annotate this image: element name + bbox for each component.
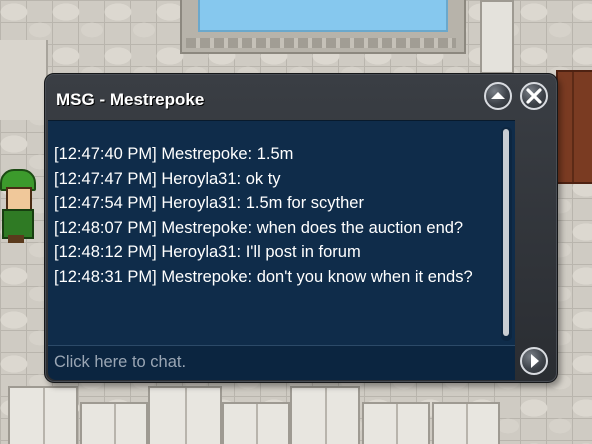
- message-scrollbar[interactable]: [501, 127, 512, 341]
- chat-message: [12:48:07 PM] Mestrepoke: when does the …: [54, 218, 464, 237]
- character-legs: [8, 235, 24, 243]
- stone-wall-block: [222, 402, 290, 444]
- send-button[interactable]: [520, 347, 548, 375]
- stone-wall-block: [432, 402, 500, 444]
- stone-pillar: [480, 0, 514, 74]
- stone-wall-block: [80, 402, 148, 444]
- chat-message: [12:48:12 PM] Heroyla31: I'll post in fo…: [54, 243, 361, 261]
- chat-message: [12:47:47 PM] Heroyla31: ok ty: [54, 169, 281, 188]
- chat-input[interactable]: Click here to chat.: [48, 345, 515, 380]
- message-log[interactable]: [12:47:40 PM] Mestrepoke: 1.5m [12:47:47…: [48, 120, 515, 345]
- chat-message: [12:48:31 PM] Mestrepoke: don't you know…: [54, 267, 473, 286]
- stone-wall-block: [290, 386, 360, 444]
- fountain-pool: [180, 0, 466, 54]
- stone-wall-block: [362, 402, 430, 444]
- close-button[interactable]: [520, 82, 548, 110]
- stone-wall-block: [148, 386, 222, 444]
- window-title-bar[interactable]: MSG - Mestrepoke: [45, 74, 557, 122]
- stone-wall-left: [0, 40, 48, 120]
- pool-water: [198, 0, 448, 32]
- character-face: [6, 187, 32, 211]
- close-icon: [526, 88, 542, 104]
- pool-rim: [186, 38, 456, 48]
- message-list: [12:47:40 PM] Mestrepoke: 1.5m [12:47:47…: [54, 142, 504, 289]
- scrollbar-thumb[interactable]: [503, 129, 509, 336]
- stone-wall-block: [8, 386, 78, 444]
- collapse-button[interactable]: [484, 82, 512, 110]
- wooden-bench: [556, 70, 592, 184]
- chat-message: [12:47:40 PM] Mestrepoke: 1.5m: [54, 145, 294, 163]
- arrow-right-icon: [531, 354, 539, 368]
- chevron-up-icon: [491, 92, 505, 99]
- chat-input-placeholder: Click here to chat.: [54, 353, 187, 371]
- player-character[interactable]: [0, 165, 36, 245]
- window-title: MSG - Mestrepoke: [56, 90, 205, 109]
- private-message-window[interactable]: MSG - Mestrepoke [12:47:40 PM] Mestrepok…: [44, 73, 558, 383]
- chat-message: [12:47:54 PM] Heroyla31: 1.5m for scythe…: [54, 194, 364, 212]
